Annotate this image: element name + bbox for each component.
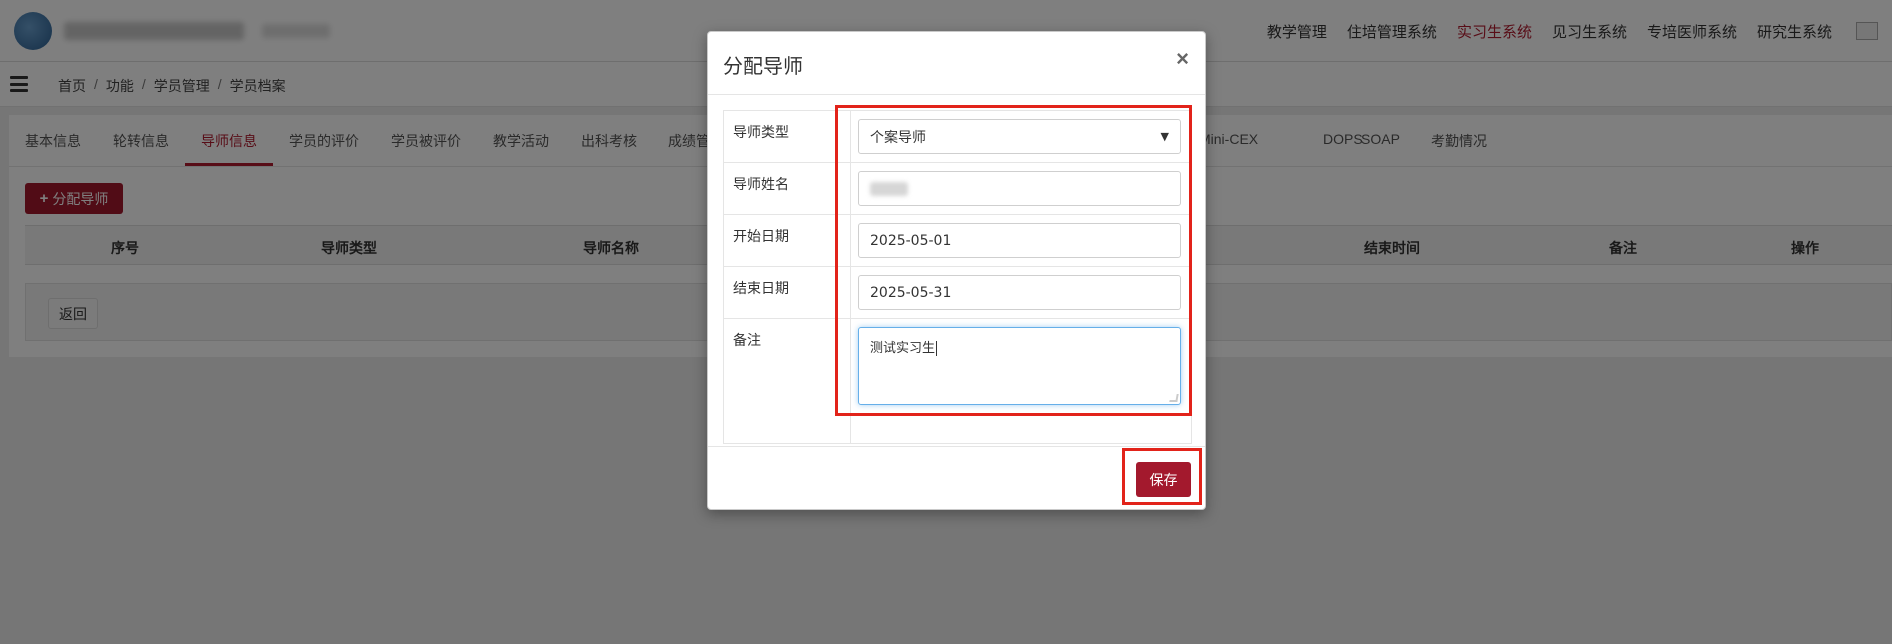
modal-title: 分配导师: [723, 56, 803, 78]
form-row-end: 结束日期 2025-05-31: [724, 267, 1191, 319]
mentor-name-label: 导师姓名: [733, 176, 789, 192]
note-textarea[interactable]: 测试实习生: [858, 327, 1181, 405]
mentor-type-select[interactable]: 个案导师 ▼: [858, 119, 1181, 154]
end-date-input[interactable]: 2025-05-31: [858, 275, 1181, 310]
save-button[interactable]: 保存: [1136, 462, 1191, 497]
mentor-type-label: 导师类型: [733, 124, 789, 140]
start-date-input[interactable]: 2025-05-01: [858, 223, 1181, 258]
note-value: 测试实习生: [870, 341, 936, 356]
mentor-name-redacted: [870, 181, 908, 196]
end-date-label: 结束日期: [733, 280, 789, 296]
chevron-down-icon: ▼: [1160, 130, 1169, 143]
form-row-note: 备注 测试实习生: [724, 319, 1191, 444]
mentor-type-value: 个案导师: [870, 129, 926, 146]
assign-mentor-dialog: 分配导师 × 导师类型 个案导师 ▼ 导师姓名 开始日期 2025-05-01 …: [707, 31, 1206, 510]
note-label: 备注: [733, 332, 761, 348]
close-icon[interactable]: ×: [1176, 46, 1189, 72]
resize-handle-icon[interactable]: [1169, 394, 1179, 402]
mentor-form: 导师类型 个案导师 ▼ 导师姓名 开始日期 2025-05-01 结束日期 20…: [723, 110, 1192, 444]
modal-footer: 保存: [708, 446, 1205, 511]
modal-header: 分配导师 ×: [708, 32, 1205, 95]
start-date-label: 开始日期: [733, 228, 789, 244]
form-row-name: 导师姓名: [724, 163, 1191, 215]
text-cursor: [936, 341, 938, 356]
mentor-name-input[interactable]: [858, 171, 1181, 206]
form-row-type: 导师类型 个案导师 ▼: [724, 111, 1191, 163]
form-row-start: 开始日期 2025-05-01: [724, 215, 1191, 267]
